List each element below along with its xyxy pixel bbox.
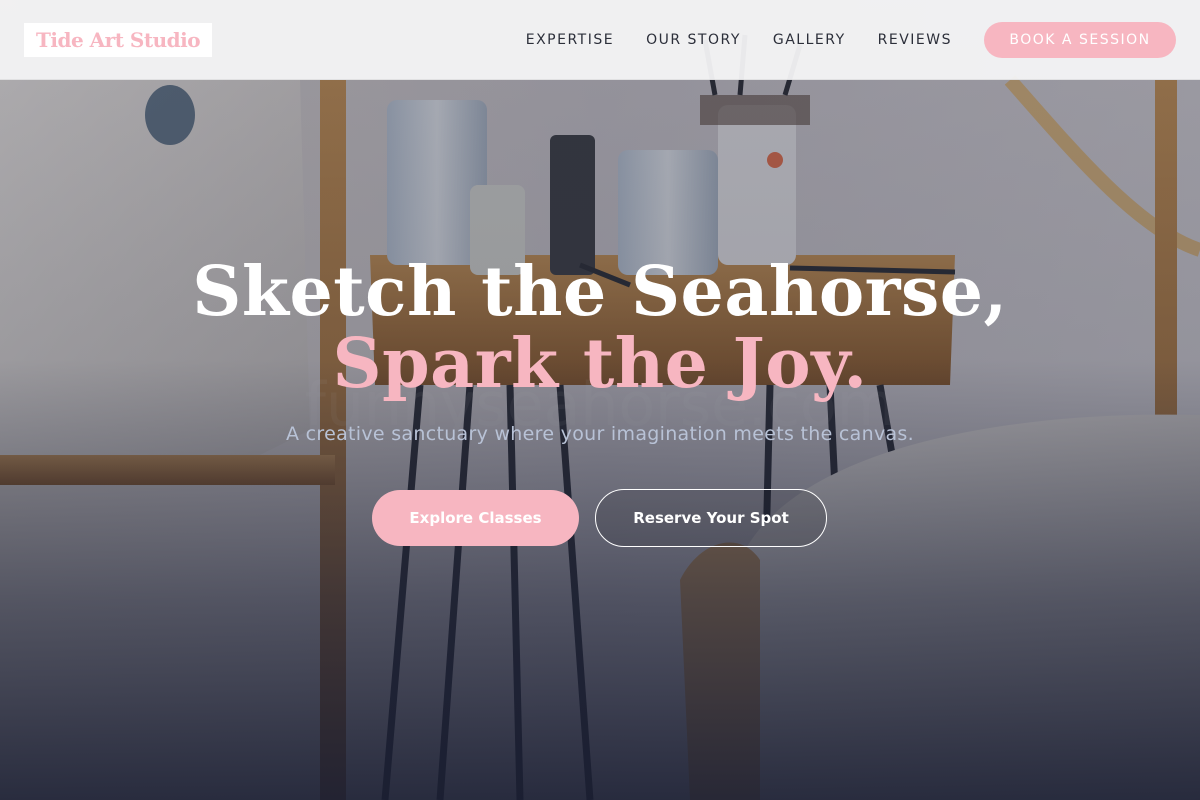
- hero-content: Sketch the Seahorse, Spark the Joy. A cr…: [0, 0, 1200, 800]
- hero-subtitle: A creative sanctuary where your imaginat…: [286, 423, 914, 445]
- book-session-button[interactable]: BOOK A SESSION: [984, 21, 1176, 58]
- reserve-spot-button[interactable]: Reserve Your Spot: [595, 489, 827, 547]
- nav-link-reviews[interactable]: REVIEWS: [878, 32, 952, 48]
- main-nav: EXPERTISE OUR STORY GALLERY REVIEWS BOOK…: [526, 21, 1176, 58]
- site-header: Tide Art Studio EXPERTISE OUR STORY GALL…: [0, 0, 1200, 80]
- logo[interactable]: Tide Art Studio: [24, 22, 213, 57]
- nav-link-gallery[interactable]: GALLERY: [773, 32, 846, 48]
- nav-link-expertise[interactable]: EXPERTISE: [526, 32, 614, 48]
- explore-classes-button[interactable]: Explore Classes: [372, 490, 579, 546]
- hero-section: funnyseahorse.com Sketch the Seahorse, S…: [0, 0, 1200, 800]
- nav-link-our-story[interactable]: OUR STORY: [646, 32, 741, 48]
- hero-headline-line2: Spark the Joy.: [332, 324, 868, 404]
